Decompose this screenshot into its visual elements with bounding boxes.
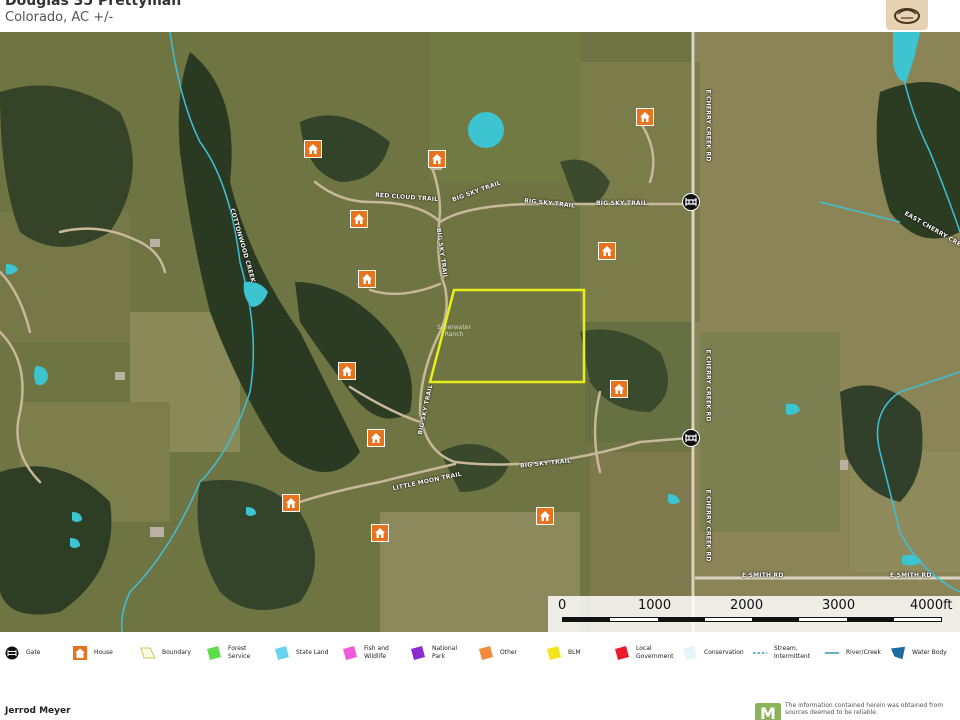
house-marker[interactable] [536, 507, 554, 525]
disclaimer: The information contained herein was obt… [785, 702, 944, 716]
other-icon [478, 645, 494, 661]
legend-item-house: House [72, 642, 130, 664]
national-park-icon [410, 645, 426, 661]
legend-label: Boundary [162, 649, 191, 656]
legend-label: Fish and Wildlife [364, 645, 389, 660]
scale-tick: 1000 [638, 598, 672, 613]
satellite-map[interactable]: Silverwater Ranch RED CLOUD TRAIL BIG SK… [0, 32, 960, 632]
house-icon [540, 511, 550, 521]
conservation-icon [682, 645, 698, 661]
legend-item-state-land: State Land [274, 642, 332, 664]
legend-item-fish-and-wildlife: Fish and Wildlife [342, 642, 400, 664]
road-label: E CHERRY CREEK RD [704, 89, 712, 162]
stream-intermittent-icon [752, 645, 768, 661]
legend-label: Local Government [636, 645, 674, 660]
legend-item-river-creek: River/Creek [824, 642, 882, 664]
water-body-icon [890, 645, 906, 661]
map-header: Douglas 35 Prettyman Colorado, AC +/- [0, 0, 960, 32]
legend-label: Water Body [912, 649, 947, 656]
legend-item-local-government: Local Government [614, 642, 674, 664]
blm-icon [546, 645, 562, 661]
legend-item-other: Other [478, 642, 536, 664]
map-footer: Jerrod Meyer M The information contained… [0, 676, 960, 720]
house-icon [614, 384, 624, 394]
legend-label: Other [500, 649, 518, 656]
agent-name: Jerrod Meyer [5, 706, 71, 716]
legend-label: Gate [26, 649, 41, 656]
boundary-icon [140, 645, 156, 661]
brand-badge: M [755, 703, 781, 720]
house-icon [342, 366, 352, 376]
scale-tick: 3000 [822, 598, 856, 613]
forest-service-icon [206, 645, 222, 661]
house-marker[interactable] [350, 210, 368, 228]
house-marker[interactable] [428, 150, 446, 168]
gate-icon [4, 645, 20, 661]
road-label: E CHERRY CREEK RD [704, 349, 712, 422]
legend-item-water-body: Water Body [890, 642, 948, 664]
house-marker[interactable] [338, 362, 356, 380]
scale-bar: 0 1000 2000 3000 4000ft [548, 596, 960, 632]
legend-label: Stream, Intermittent [774, 645, 811, 660]
legend-label: Conservation [704, 649, 744, 656]
house-marker[interactable] [304, 140, 322, 158]
gate-marker[interactable] [682, 193, 700, 211]
house-icon [375, 528, 385, 538]
fish-and-wildlife-icon [342, 645, 358, 661]
house-icon [362, 274, 372, 284]
house-icon [371, 433, 381, 443]
legend-item-forest-service: Forest Service [206, 642, 264, 664]
house-marker[interactable] [282, 494, 300, 512]
map-subtitle: Colorado, AC +/- [5, 10, 114, 25]
road-label: E SMITH RD [742, 572, 784, 579]
scale-bar-segments [562, 617, 942, 622]
road-label: E CHERRY CREEK RD [704, 489, 712, 562]
house-marker[interactable] [358, 270, 376, 288]
house-icon [286, 498, 296, 508]
house-icon [354, 214, 364, 224]
scale-tick: 0 [558, 598, 567, 613]
gate-icon [685, 198, 697, 206]
legend-label: House [94, 649, 113, 656]
state-land-icon [274, 645, 290, 661]
scale-tick: 4000ft [910, 598, 953, 613]
legend-label: Forest Service [228, 645, 251, 660]
house-icon [308, 144, 318, 154]
legend-label: National Park [432, 645, 458, 660]
legend-item-national-park: National Park [410, 642, 468, 664]
map-title: Douglas 35 Prettyman [5, 0, 182, 9]
house-marker[interactable] [610, 380, 628, 398]
gate-marker[interactable] [682, 429, 700, 447]
house-icon [72, 645, 88, 661]
legend-item-gate: Gate [4, 642, 62, 664]
house-marker[interactable] [636, 108, 654, 126]
legend-label: BLM [568, 649, 581, 656]
gate-icon [685, 434, 697, 442]
house-icon [640, 112, 650, 122]
legend-item-conservation: Conservation [682, 642, 744, 664]
legend-label: River/Creek [846, 649, 881, 656]
house-marker[interactable] [371, 524, 389, 542]
legend-label: State Land [296, 649, 329, 656]
house-icon [602, 246, 612, 256]
legend-item-stream-intermittent: Stream, Intermittent [752, 642, 810, 664]
road-label: E SMITH RD [890, 572, 932, 579]
map-base [0, 32, 960, 632]
local-government-icon [614, 645, 630, 661]
brand-logo [886, 0, 928, 30]
legend-item-boundary: Boundary [140, 642, 198, 664]
house-icon [432, 154, 442, 164]
legend-item-blm: BLM [546, 642, 604, 664]
river-creek-icon [824, 645, 840, 661]
road-label: BIG SKY TRAIL [596, 200, 648, 207]
boot-icon [894, 8, 920, 24]
ranch-label: Silverwater Ranch [437, 324, 471, 338]
map-legend: Gate House Boundary Forest Service State… [0, 632, 960, 676]
house-marker[interactable] [367, 429, 385, 447]
house-marker[interactable] [598, 242, 616, 260]
scale-tick: 2000 [730, 598, 764, 613]
